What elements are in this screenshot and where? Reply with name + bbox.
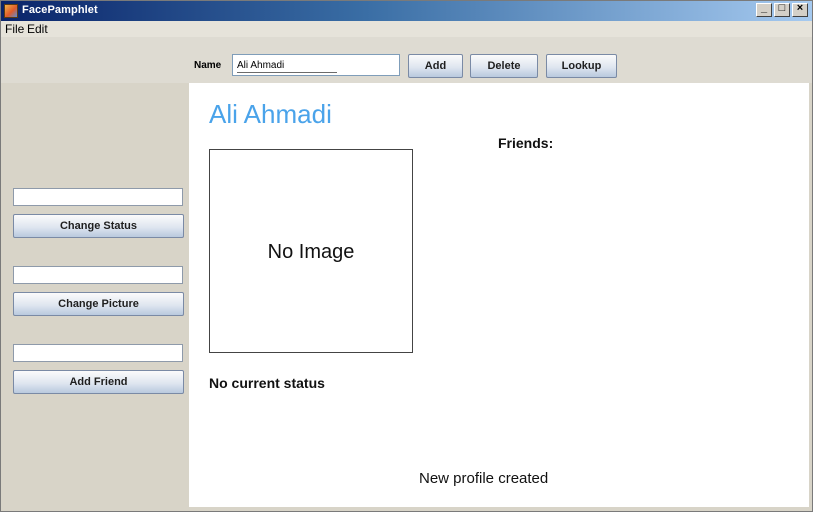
menu-edit[interactable]: Edit [27, 22, 48, 36]
maximize-button[interactable]: □ [774, 2, 790, 17]
no-image-text: No Image [267, 241, 355, 263]
top-toolbar [1, 37, 812, 83]
maximize-icon: □ [778, 2, 786, 14]
close-button[interactable]: × [792, 2, 808, 17]
name-input[interactable]: Ali Ahmadi [232, 54, 400, 76]
add-button[interactable]: Add [408, 54, 463, 78]
window-controls: _ □ × [756, 2, 808, 17]
menu-bar: File Edit [1, 21, 812, 37]
application-message: New profile created [419, 470, 549, 487]
minimize-button[interactable]: _ [756, 2, 772, 17]
picture-input[interactable] [13, 266, 183, 284]
profile-name: Ali Ahmadi [209, 99, 332, 129]
menu-file[interactable]: File [5, 22, 24, 36]
name-input-value: Ali Ahmadi [237, 60, 285, 71]
minimize-icon: _ [760, 2, 768, 14]
friends-label: Friends: [498, 135, 554, 151]
change-picture-button[interactable]: Change Picture [13, 292, 184, 316]
profile-canvas: Ali Ahmadi Friends: No Image No current … [189, 83, 809, 507]
profile-image: No Image [209, 149, 413, 353]
delete-button[interactable]: Delete [470, 54, 538, 78]
status-text: No current status [209, 375, 325, 391]
close-icon: × [796, 2, 804, 14]
lookup-button[interactable]: Lookup [546, 54, 617, 78]
change-status-button[interactable]: Change Status [13, 214, 184, 238]
window-title: FacePamphlet [22, 4, 98, 16]
status-input[interactable] [13, 188, 183, 206]
text-underline [237, 72, 337, 73]
friend-input[interactable] [13, 344, 183, 362]
app-window: FacePamphlet _ □ × File Edit Name Ali Ah… [0, 0, 813, 512]
name-label: Name [194, 60, 222, 71]
add-friend-button[interactable]: Add Friend [13, 370, 184, 394]
title-bar: FacePamphlet _ □ × [1, 1, 812, 21]
app-icon [4, 4, 18, 18]
